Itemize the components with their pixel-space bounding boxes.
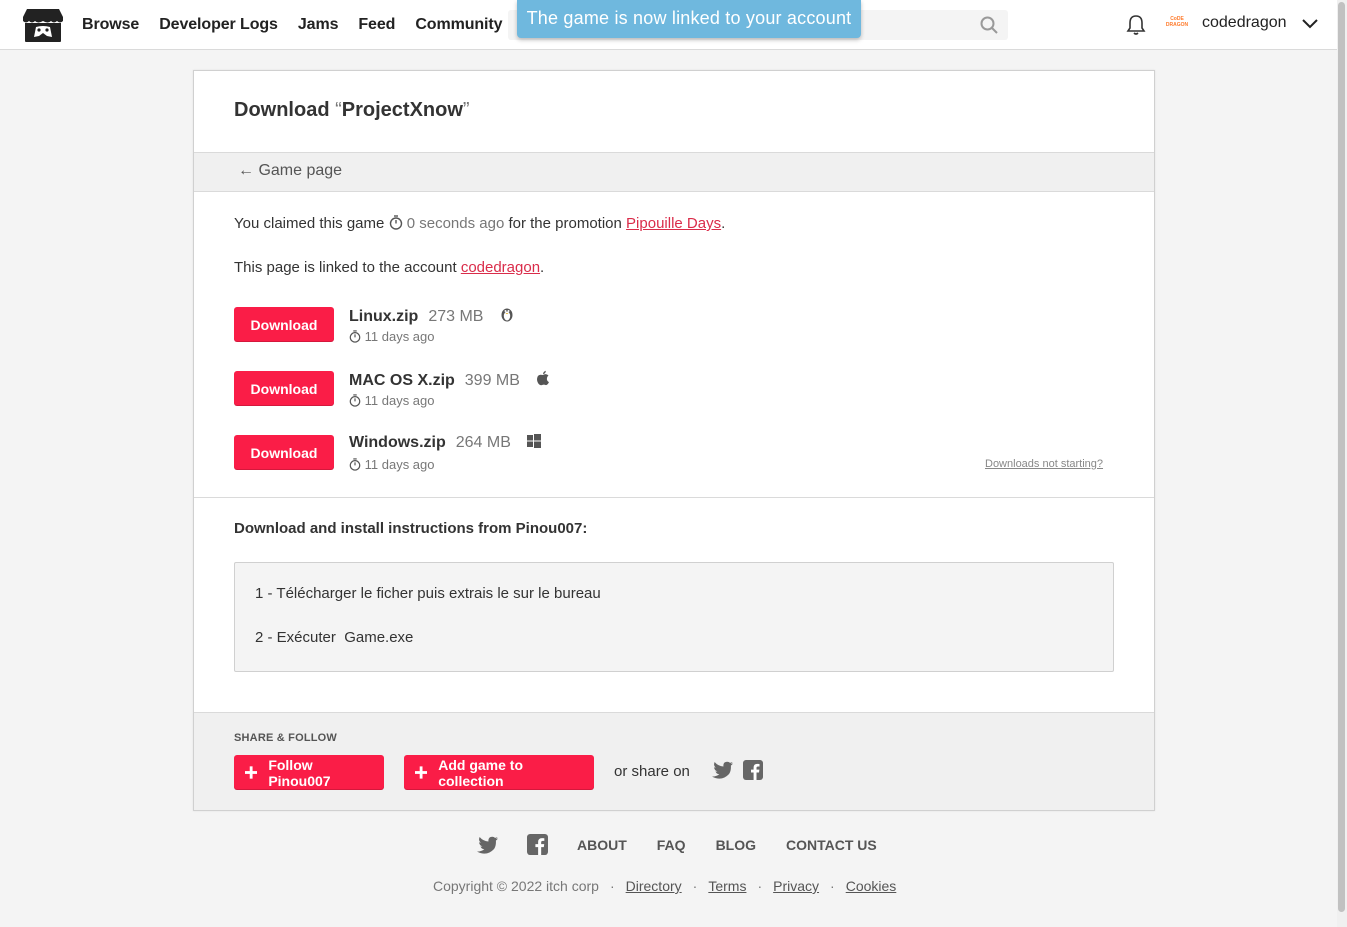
download-date: 11 days ago bbox=[349, 457, 435, 472]
download-file-name: MAC OS X.zip bbox=[349, 372, 455, 389]
nav-developer-logs[interactable]: Developer Logs bbox=[159, 16, 278, 34]
copyright-line: Copyright © 2022 itch corp · Directory · Ter… bbox=[433, 878, 897, 894]
download-button-linux[interactable]: Download bbox=[234, 307, 334, 342]
stopwatch-icon bbox=[349, 330, 361, 343]
download-row-linux: Download Linux.zip 273 MB 11 days ago bbox=[234, 307, 1114, 347]
footer-link-about[interactable]: ABOUT bbox=[577, 837, 627, 853]
title-game-name: ProjectXnow bbox=[341, 99, 463, 121]
share-on-text: or share on bbox=[614, 763, 690, 780]
copyright-text: Copyright © 2022 itch corp bbox=[433, 878, 599, 894]
twitter-icon[interactable] bbox=[477, 836, 498, 854]
downloads-not-starting-link[interactable]: Downloads not starting? bbox=[985, 458, 1103, 470]
divider bbox=[194, 497, 1154, 498]
page-title: Download “ProjectXnow” bbox=[234, 99, 470, 122]
footer-link-terms[interactable]: Terms bbox=[708, 878, 746, 894]
plus-icon bbox=[415, 766, 428, 779]
claim-time: 0 seconds ago bbox=[406, 215, 505, 232]
stopwatch-icon bbox=[389, 215, 402, 230]
download-file-info: Linux.zip 273 MB bbox=[349, 306, 514, 326]
download-row-windows: Download Windows.zip 264 MB 11 days ago bbox=[234, 434, 1114, 475]
twitter-icon[interactable] bbox=[712, 761, 733, 779]
promotion-link[interactable]: Pipouille Days bbox=[626, 215, 721, 232]
game-page-label: Game page bbox=[258, 162, 343, 179]
avatar[interactable]: CoDE DRAGON bbox=[1164, 12, 1190, 36]
nav-jams[interactable]: Jams bbox=[298, 16, 339, 34]
add-to-collection-button[interactable]: Add game to collection bbox=[404, 755, 594, 790]
linked-text: This page is linked to the account bbox=[234, 259, 457, 276]
nav-feed[interactable]: Feed bbox=[358, 16, 395, 34]
download-file-name: Linux.zip bbox=[349, 308, 419, 325]
linked-info: This page is linked to the account coded… bbox=[234, 259, 545, 276]
game-page-bar: ← Game page bbox=[194, 152, 1154, 192]
download-date: 11 days ago bbox=[349, 329, 435, 344]
footer-link-privacy[interactable]: Privacy bbox=[773, 878, 819, 894]
plus-icon bbox=[245, 766, 258, 779]
download-file-size: 399 MB bbox=[464, 372, 520, 389]
instruction-line: 2 - Exécuter Game.exe bbox=[255, 629, 414, 646]
itch-logo-icon[interactable] bbox=[23, 7, 63, 43]
title-close-quote: ” bbox=[462, 99, 470, 121]
toast-notification: The game is now linked to your account bbox=[517, 0, 861, 38]
username[interactable]: codedragon bbox=[1202, 14, 1287, 32]
footer-link-blog[interactable]: BLOG bbox=[716, 837, 756, 853]
nav-community[interactable]: Community bbox=[415, 16, 502, 34]
download-card: Download “ProjectXnow” ← Game page You c… bbox=[193, 70, 1155, 811]
footer-link-faq[interactable]: FAQ bbox=[657, 837, 686, 853]
claim-promo-text: for the promotion bbox=[508, 215, 622, 232]
claim-text: You claimed this game bbox=[234, 215, 385, 232]
follow-button[interactable]: Follow Pinou007 bbox=[234, 755, 384, 790]
share-follow-section: SHARE & FOLLOW Follow Pinou007 Add game … bbox=[194, 712, 1154, 810]
main-nav: Browse Developer Logs Jams Feed Communit… bbox=[82, 0, 503, 50]
download-date-text: 11 days ago bbox=[364, 329, 435, 344]
download-date-text: 11 days ago bbox=[364, 457, 435, 472]
search-icon[interactable] bbox=[980, 16, 998, 34]
facebook-icon[interactable] bbox=[527, 834, 548, 855]
download-file-size: 273 MB bbox=[428, 308, 484, 325]
download-date-text: 11 days ago bbox=[364, 393, 435, 408]
bell-icon[interactable] bbox=[1126, 14, 1146, 36]
page-scrollbar[interactable] bbox=[1337, 0, 1347, 927]
chevron-down-icon[interactable] bbox=[1301, 17, 1319, 31]
apple-icon bbox=[537, 370, 550, 386]
title-open-quote: “ bbox=[335, 99, 342, 121]
download-file-name: Windows.zip bbox=[349, 434, 446, 451]
footer-link-contact[interactable]: CONTACT US bbox=[786, 837, 877, 853]
facebook-icon[interactable] bbox=[743, 760, 763, 780]
claim-info: You claimed this game 0 seconds ago for … bbox=[234, 215, 726, 232]
linux-icon bbox=[501, 308, 513, 322]
windows-icon bbox=[527, 434, 542, 448]
account-link[interactable]: codedragon bbox=[461, 259, 540, 276]
top-header: Browse Developer Logs Jams Feed Communit… bbox=[0, 0, 1337, 50]
game-page-link[interactable]: ← Game page bbox=[238, 162, 342, 180]
download-file-size: 264 MB bbox=[455, 434, 511, 451]
nav-browse[interactable]: Browse bbox=[82, 16, 139, 34]
footer-link-directory[interactable]: Directory bbox=[626, 878, 682, 894]
instructions-title: Download and install instructions from P… bbox=[234, 520, 588, 537]
footer-link-cookies[interactable]: Cookies bbox=[846, 878, 897, 894]
scrollbar-thumb[interactable] bbox=[1338, 2, 1345, 912]
download-button-windows[interactable]: Download bbox=[234, 435, 334, 470]
stopwatch-icon bbox=[349, 458, 361, 471]
share-title: SHARE & FOLLOW bbox=[234, 732, 338, 744]
download-row-mac: Download MAC OS X.zip 399 MB 11 days ago bbox=[234, 370, 1114, 411]
instructions-box: 1 - Télécharger le ficher puis extrais l… bbox=[234, 562, 1114, 672]
download-button-mac[interactable]: Download bbox=[234, 371, 334, 406]
stopwatch-icon bbox=[349, 394, 361, 407]
follow-label: Follow Pinou007 bbox=[268, 756, 331, 789]
title-prefix: Download bbox=[234, 99, 336, 121]
download-file-info: Windows.zip 264 MB bbox=[349, 434, 542, 452]
arrow-left-icon: ← bbox=[238, 162, 254, 179]
download-file-info: MAC OS X.zip 399 MB bbox=[349, 370, 550, 390]
footer-links: ABOUT FAQ BLOG CONTACT US bbox=[577, 837, 877, 853]
instruction-line: 1 - Télécharger le ficher puis extrais l… bbox=[255, 585, 601, 602]
download-date: 11 days ago bbox=[349, 393, 435, 408]
add-to-collection-label: Add game to collection bbox=[438, 756, 523, 789]
